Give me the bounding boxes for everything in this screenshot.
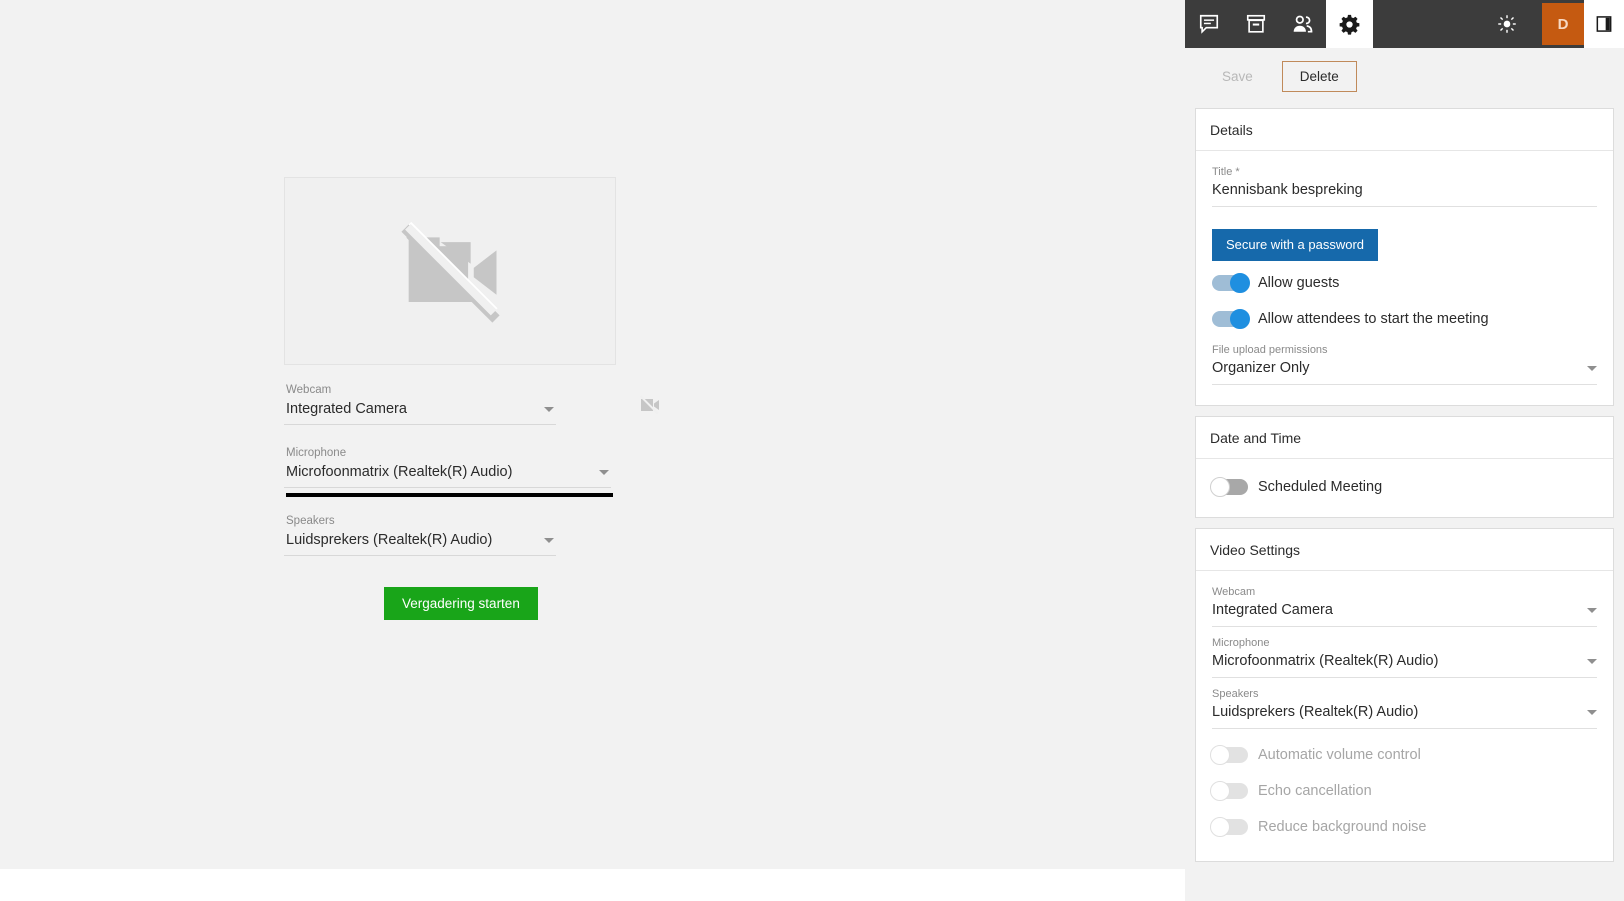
automatic-volume-control-label: Automatic volume control (1258, 747, 1421, 763)
reduce-background-noise-row[interactable]: Reduce background noise (1210, 809, 1597, 845)
sidebar-microphone-value: Microfoonmatrix (Realtek(R) Audio) (1212, 653, 1439, 669)
automatic-volume-control-toggle[interactable] (1210, 745, 1248, 765)
chevron-down-icon[interactable] (544, 538, 554, 543)
speakers-select-field[interactable]: Speakers Luidsprekers (Realtek(R) Audio) (284, 514, 616, 556)
allow-attendees-start-row[interactable]: Allow attendees to start the meeting (1212, 301, 1597, 337)
scheduled-meeting-label: Scheduled Meeting (1258, 479, 1383, 495)
details-card-header: Details (1196, 109, 1613, 151)
secure-with-password-button[interactable]: Secure with a password (1212, 229, 1379, 261)
webcam-value: Integrated Camera (286, 401, 407, 417)
reduce-background-noise-toggle[interactable] (1210, 817, 1248, 837)
brightness-icon-button[interactable] (1483, 0, 1530, 48)
sidebar-microphone-field[interactable]: Microphone Microfoonmatrix (Realtek(R) A… (1212, 636, 1597, 678)
scheduled-meeting-toggle[interactable] (1210, 477, 1248, 497)
videocam-off-icon (401, 221, 500, 323)
speakers-value: Luidsprekers (Realtek(R) Audio) (286, 532, 493, 548)
action-row: Save Delete (1185, 48, 1624, 104)
microphone-level-meter (286, 493, 613, 497)
people-icon-button[interactable] (1279, 0, 1326, 48)
microphone-select-field[interactable]: Microphone Microfoonmatrix (Realtek(R) A… (284, 446, 616, 488)
date-time-card-header: Date and Time (1196, 417, 1613, 459)
file-upload-permissions-value: Organizer Only (1212, 360, 1310, 376)
allow-guests-label: Allow guests (1258, 275, 1340, 291)
archive-icon-button[interactable] (1232, 0, 1279, 48)
save-button[interactable]: Save (1204, 61, 1271, 92)
sidebar-speakers-value: Luidsprekers (Realtek(R) Audio) (1212, 704, 1419, 720)
people-icon (1293, 15, 1313, 33)
archive-icon (1246, 14, 1265, 33)
toolbar-spacer (1373, 0, 1483, 48)
allow-guests-toggle[interactable] (1212, 273, 1250, 293)
sidebar-speakers-label: Speakers (1212, 688, 1259, 700)
date-time-card: Date and Time Scheduled Meeting (1195, 416, 1614, 518)
top-toolbar: D (1185, 0, 1624, 48)
preview-stack: Webcam Integrated Camera Microphone Micr… (284, 177, 659, 620)
date-time-card-body: Scheduled Meeting (1196, 459, 1613, 517)
sidebar-webcam-value: Integrated Camera (1212, 602, 1333, 618)
start-meeting-button[interactable]: Vergadering starten (384, 587, 538, 620)
reduce-background-noise-label: Reduce background noise (1258, 819, 1427, 835)
toolbar-left-group (1185, 0, 1326, 48)
delete-button[interactable]: Delete (1281, 60, 1357, 92)
video-settings-card-header: Video Settings (1196, 529, 1613, 571)
chevron-down-icon[interactable] (544, 407, 554, 412)
video-settings-card-body: Webcam Integrated Camera Microphone Micr… (1196, 571, 1613, 861)
allow-guests-row[interactable]: Allow guests (1212, 265, 1597, 301)
settings-gear-button[interactable] (1326, 0, 1373, 48)
allow-attendees-start-toggle[interactable] (1212, 309, 1250, 329)
chevron-down-icon[interactable] (1587, 659, 1597, 664)
chevron-down-icon[interactable] (599, 470, 609, 475)
panel-toggle-icon (1596, 16, 1612, 32)
chevron-down-icon[interactable] (1587, 608, 1597, 613)
title-input[interactable]: Kennisbank bespreking (1212, 180, 1597, 200)
meeting-preview-area: Webcam Integrated Camera Microphone Micr… (0, 0, 1185, 869)
file-upload-permissions-label: File upload permissions (1212, 344, 1328, 356)
avatar[interactable]: D (1542, 3, 1584, 45)
allow-attendees-start-label: Allow attendees to start the meeting (1258, 311, 1489, 327)
sidebar-webcam-field[interactable]: Webcam Integrated Camera (1212, 585, 1597, 627)
chevron-down-icon[interactable] (1587, 366, 1597, 371)
webcam-select-field[interactable]: Webcam Integrated Camera (284, 383, 659, 425)
webcam-label: Webcam (286, 384, 332, 396)
gear-icon (1339, 14, 1360, 35)
microphone-value: Microfoonmatrix (Realtek(R) Audio) (286, 464, 513, 480)
webcam-preview (284, 177, 616, 365)
details-card: Details Title * Kennisbank bespreking Se… (1195, 108, 1614, 406)
toolbar-right-group: D (1483, 0, 1584, 48)
details-card-body: Title * Kennisbank bespreking Secure wit… (1196, 151, 1613, 405)
automatic-volume-control-row[interactable]: Automatic volume control (1210, 737, 1597, 773)
speakers-label: Speakers (286, 515, 335, 527)
sidebar-webcam-label: Webcam (1212, 586, 1256, 598)
sidebar-speakers-field[interactable]: Speakers Luidsprekers (Realtek(R) Audio) (1212, 687, 1597, 729)
scheduled-meeting-row[interactable]: Scheduled Meeting (1210, 469, 1597, 505)
app-root: Webcam Integrated Camera Microphone Micr… (0, 0, 1624, 901)
video-settings-card: Video Settings Webcam Integrated Camera … (1195, 528, 1614, 862)
echo-cancellation-row[interactable]: Echo cancellation (1210, 773, 1597, 809)
echo-cancellation-toggle[interactable] (1210, 781, 1248, 801)
title-field[interactable]: Title * Kennisbank bespreking (1212, 165, 1597, 207)
file-upload-permissions-field[interactable]: File upload permissions Organizer Only (1212, 343, 1597, 385)
chat-icon-button[interactable] (1185, 0, 1232, 48)
settings-side-panel: D Save Delete Details Title * Kennisbank… (1185, 0, 1624, 901)
brightness-icon (1497, 15, 1516, 33)
title-label: Title * (1212, 166, 1240, 178)
echo-cancellation-label: Echo cancellation (1258, 783, 1372, 799)
videocam-off-icon (639, 395, 659, 415)
sidebar-microphone-label: Microphone (1212, 637, 1270, 649)
microphone-label: Microphone (286, 447, 347, 459)
chat-icon (1199, 14, 1218, 34)
chevron-down-icon[interactable] (1587, 710, 1597, 715)
settings-cards: Details Title * Kennisbank bespreking Se… (1195, 108, 1614, 898)
panel-toggle-button[interactable] (1584, 0, 1624, 48)
